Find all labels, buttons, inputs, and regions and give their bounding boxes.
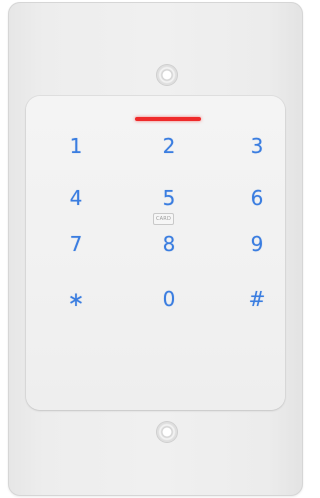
key-0[interactable]: 0	[149, 284, 189, 314]
key-8[interactable]: 8	[149, 229, 189, 259]
key-5[interactable]: 5	[149, 183, 189, 213]
key-7[interactable]: 7	[56, 229, 96, 259]
key-4[interactable]: 4	[56, 183, 96, 213]
key-1[interactable]: 1	[56, 131, 96, 161]
key-hash[interactable]: #	[237, 284, 277, 314]
key-6[interactable]: 6	[237, 183, 277, 213]
key-3[interactable]: 3	[237, 131, 277, 161]
top-mounting-screw-icon	[156, 64, 178, 86]
card-reader-logo: CARD	[153, 213, 174, 225]
bottom-mounting-screw-icon	[156, 421, 178, 443]
key-9[interactable]: 9	[237, 229, 277, 259]
status-led-indicator	[135, 117, 201, 121]
key-2[interactable]: 2	[149, 131, 189, 161]
key-star[interactable]: ∗	[56, 284, 96, 314]
